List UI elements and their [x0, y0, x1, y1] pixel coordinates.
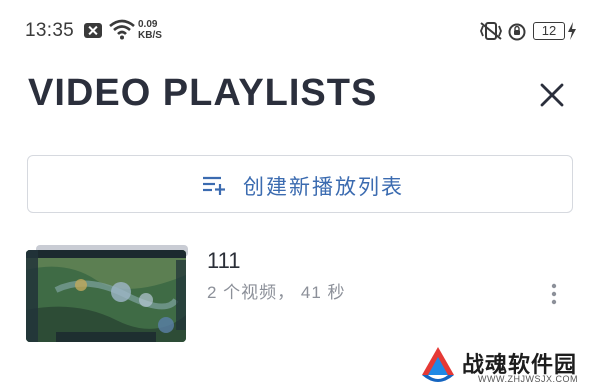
create-playlist-label: 创建新播放列表	[243, 176, 404, 199]
page-title: VIDEO PLAYLISTS	[28, 72, 378, 114]
network-speed-unit: KB/S	[138, 30, 162, 41]
vibrate-icon	[480, 22, 502, 40]
network-speed-value: 0.09	[138, 19, 158, 30]
status-bar: 13:35 0.09 KB/S 12	[0, 0, 600, 58]
create-playlist-button[interactable]: 创建新播放列表	[27, 155, 573, 213]
close-notification-icon	[84, 23, 102, 38]
watermark: 战魂软件园 WWW.ZHJWSJX.COM	[418, 345, 600, 390]
battery-level: 12	[541, 23, 557, 38]
playlist-add-icon	[203, 176, 225, 195]
status-time: 13:35	[25, 20, 75, 41]
game-scene-thumbnail	[26, 250, 186, 342]
playlist-thumbnail	[26, 250, 186, 342]
close-icon[interactable]	[534, 77, 570, 113]
watermark-url: WWW.ZHJWSJX.COM	[478, 374, 578, 384]
watermark-logo	[422, 347, 454, 382]
playlist-meta: 2 个视频， 41 秒	[207, 283, 346, 302]
wifi-icon	[109, 19, 135, 40]
battery-icon: 12	[533, 22, 565, 40]
playlist-item[interactable]: 111 2 个视频， 41 秒	[26, 240, 574, 350]
alarm-icon	[508, 23, 526, 41]
charging-icon	[568, 22, 576, 40]
more-vertical-icon[interactable]	[546, 280, 562, 310]
network-speed: 0.09 KB/S	[138, 19, 162, 41]
playlist-title: 111	[207, 248, 241, 273]
